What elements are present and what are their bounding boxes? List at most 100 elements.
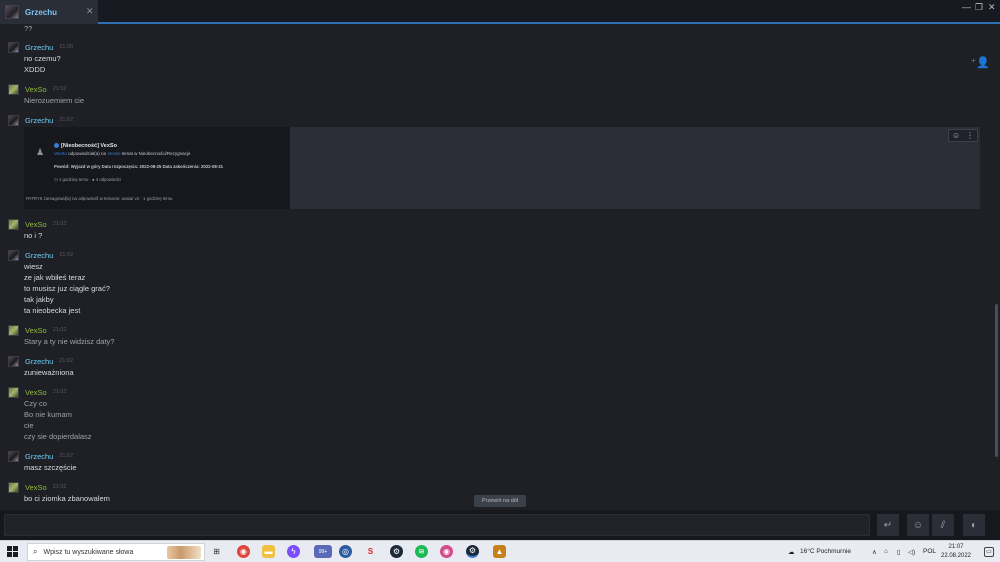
embed-sub-text: odpowiedział(a) na (68, 151, 107, 156)
timestamp: 21:00 (59, 44, 74, 50)
embed-user-link[interactable]: VexSo (54, 151, 67, 156)
notifications-icon[interactable]: ▭ (984, 547, 994, 557)
avatar[interactable] (8, 218, 19, 230)
avatar[interactable] (8, 114, 19, 126)
browser-icon[interactable]: ◉ (440, 545, 453, 558)
voice-icon[interactable]: ◐ (963, 514, 985, 536)
emoticon-icon[interactable]: ☺ (907, 514, 929, 536)
chrome-icon[interactable]: ◉ (237, 545, 250, 558)
message-line: ze jak wbiłeś teraz (24, 273, 86, 282)
task-view-icon[interactable]: ⊞ (210, 545, 223, 558)
sender-name[interactable]: VexSo (25, 326, 47, 335)
search-placeholder: Wpisz tu wyszukiwane słowa (43, 548, 134, 556)
user-icon: ♟ (36, 147, 45, 157)
avatar[interactable] (8, 249, 19, 261)
system-clock[interactable]: 21:07 22.08.2022 (936, 543, 976, 561)
message-line: masz szczęście (24, 463, 77, 472)
clock-date: 22.08.2022 (940, 553, 972, 559)
timestamp: 21:02 (52, 86, 67, 92)
message-line: Czy co (24, 399, 47, 408)
blue-app-icon[interactable]: ◎ (339, 545, 352, 558)
sender-name[interactable]: VexSo (25, 388, 47, 397)
message-header: VexSo 21:02 (8, 481, 66, 493)
sender-name[interactable]: Grzechu (25, 452, 53, 461)
more-options-icon[interactable]: ⋮ (966, 131, 974, 140)
windows-taskbar: ⌕ Wpisz tu wyszukiwane słowa ⊞ ◉ ▬ ϟ 99+… (0, 540, 1000, 562)
sender-name[interactable]: VexSo (25, 483, 47, 492)
message-line: wiesz (24, 262, 43, 271)
title-bar: Grzechu ✕ — ❐ ✕ (0, 0, 1000, 24)
embed-card[interactable]: ♟ [Nieobecność] VexSo VexSo odpowiedział… (24, 127, 290, 209)
message-composer: ↵ ☺ ⫽ ◐ (0, 510, 1000, 540)
message-line: no czemu? (24, 54, 61, 63)
spotify-icon[interactable]: ≋ (415, 545, 428, 558)
language-indicator[interactable]: POL (923, 548, 936, 555)
avatar[interactable] (8, 450, 19, 462)
message-header: Grzechu 21:02 (8, 355, 73, 367)
sender-name[interactable]: Grzechu (25, 357, 53, 366)
close-icon[interactable]: ✕ (988, 2, 996, 13)
avatar[interactable] (8, 41, 19, 53)
volume-icon[interactable]: ◁) (908, 548, 915, 556)
taskbar-search[interactable]: ⌕ Wpisz tu wyszukiwane słowa (27, 543, 205, 561)
message-line: ?? (24, 26, 33, 33)
messenger-icon[interactable]: ϟ (287, 545, 300, 558)
sender-name[interactable]: Grzechu (25, 251, 53, 260)
sender-name[interactable]: Grzechu (25, 116, 53, 125)
maximize-icon[interactable]: ❐ (975, 2, 983, 13)
add-reaction-icon[interactable]: ☺ (952, 131, 960, 140)
avatar[interactable] (8, 386, 19, 398)
network-icon[interactable]: ⌂ (884, 548, 888, 555)
message-header: Grzechu 21:00 (8, 41, 73, 53)
avatar[interactable] (8, 83, 19, 95)
message-line: no i ? (24, 231, 43, 240)
chevron-up-icon[interactable]: ∧ (872, 548, 877, 556)
embed-info: Powód: Wyjazd w góry Data rozpoczęcia: 2… (54, 164, 223, 169)
game-app-icon[interactable]: ▲ (493, 545, 506, 558)
timestamp: 21:02 (52, 327, 67, 333)
red-s-app-icon[interactable]: S (364, 545, 377, 558)
weather-icon[interactable]: ☁ (788, 548, 795, 556)
tab-avatar (5, 5, 19, 19)
sender-name[interactable]: VexSo (25, 220, 47, 229)
sender-name[interactable]: Grzechu (25, 43, 53, 52)
sender-name[interactable]: VexSo (25, 85, 47, 94)
steam-active-icon[interactable]: ⚙ (466, 545, 479, 558)
avatar[interactable] (8, 324, 19, 336)
scrollbar[interactable] (995, 304, 998, 457)
file-explorer-icon[interactable]: ▬ (262, 545, 275, 558)
send-enter-icon[interactable]: ↵ (877, 514, 899, 536)
add-friend-icon[interactable]: ⁺👤 (970, 56, 990, 69)
embed-sub-text: temat w Nieobecności/Rezygnacje (121, 151, 191, 156)
embed-actions: ☺ ⋮ (948, 129, 978, 142)
message-line: Nierozuemiem cie (24, 96, 85, 105)
timestamp: 21:02 (59, 252, 74, 258)
embed-user-link[interactable]: VexSo (107, 151, 120, 156)
embed-footer: PATRYK zareagował(a) na odpowiedź w tema… (26, 196, 173, 201)
timestamp: 21:02 (59, 358, 74, 364)
attach-icon[interactable]: ⫽ (932, 514, 954, 536)
message-header: VexSo 21:02 (8, 83, 66, 95)
embed-time: 1 godzinę temu (58, 177, 89, 182)
tab-close-icon[interactable]: ✕ (86, 6, 94, 17)
timestamp: 21:02 (52, 484, 67, 490)
timestamp: 21:02 (52, 221, 67, 227)
windows-start-icon[interactable] (7, 546, 18, 557)
message-input[interactable] (4, 514, 870, 536)
scroll-to-bottom-button[interactable]: Przewiń na dół (474, 495, 526, 507)
clock-icon: ◷ (54, 177, 58, 182)
battery-icon[interactable]: ▯ (897, 548, 901, 556)
steam-icon[interactable]: ⚙ (390, 545, 403, 558)
badge-app-icon[interactable]: 99+ (314, 545, 332, 558)
message-line: czy sie dopierdalasz (24, 432, 92, 441)
avatar[interactable] (8, 355, 19, 367)
chat-tab[interactable]: Grzechu ✕ (0, 0, 98, 24)
minimize-icon[interactable]: — (962, 2, 971, 12)
weather-text[interactable]: 16°C Pochmurnie (800, 548, 851, 555)
avatar[interactable] (8, 481, 19, 493)
search-icon: ⌕ (33, 547, 38, 556)
status-dot-icon (54, 143, 59, 148)
message-header: VexSo 21:02 (8, 386, 66, 398)
clock-time: 21:07 (948, 544, 964, 550)
message-line: Bo nie kumam (24, 410, 72, 419)
